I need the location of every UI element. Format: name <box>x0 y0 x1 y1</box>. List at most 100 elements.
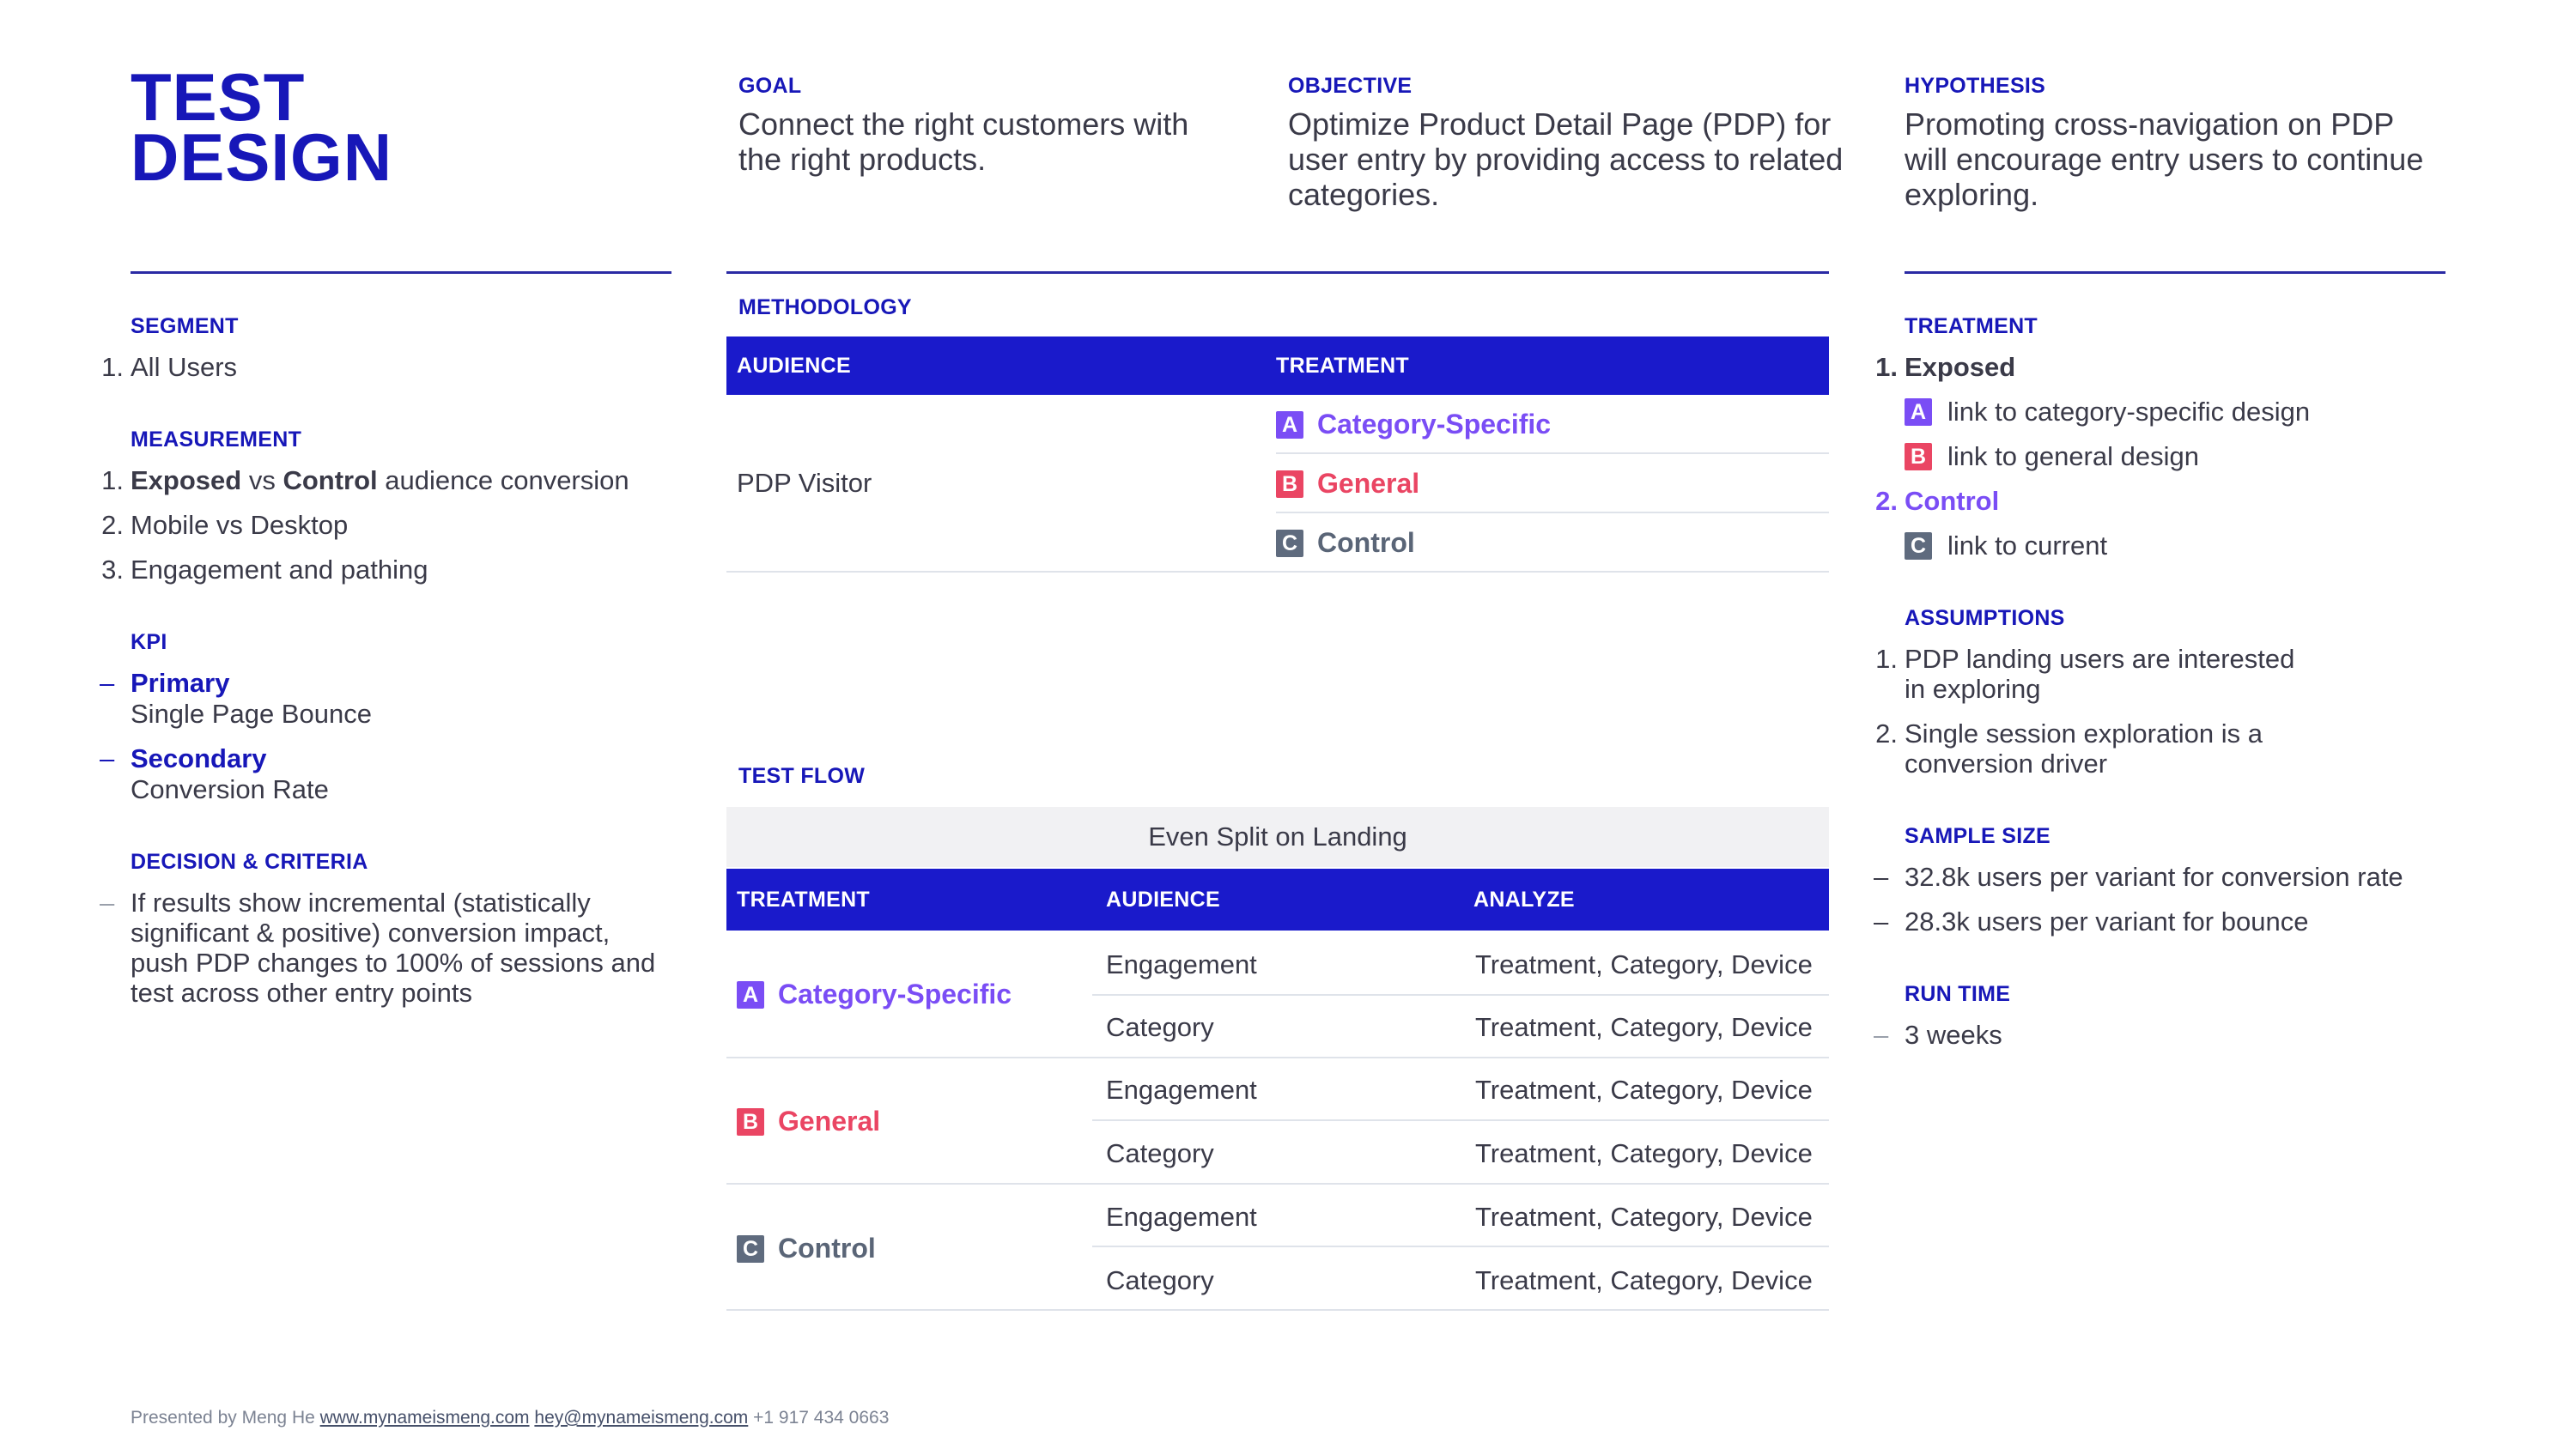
audience-header: AUDIENCE <box>1106 888 1220 912</box>
list-number: 1. <box>101 352 124 382</box>
dash: – <box>1874 906 1889 937</box>
treatment-sub-item: B link to general design <box>1905 441 2199 472</box>
title-line-2: DESIGN <box>131 119 393 195</box>
methodology-treatment-a: A Category-Specific <box>1276 409 1551 440</box>
dash: – <box>100 888 115 918</box>
flow-audience: Category <box>1106 1012 1214 1042</box>
dash: – <box>100 743 115 773</box>
treatment-header: TREATMENT <box>737 888 870 912</box>
treatment-sub-text: link to category-specific design <box>1947 397 2311 427</box>
measurement-label: MEASUREMENT <box>131 427 302 452</box>
flow-audience: Category <box>1106 1138 1214 1168</box>
treatment-name: Control <box>778 1233 876 1264</box>
treatment-sub-item: A link to category-specific design <box>1905 397 2310 427</box>
treatment-header: TREATMENT <box>1276 354 1409 378</box>
list-number: 3. <box>101 555 124 585</box>
hypothesis-text: Promoting cross-navigation on PDP will e… <box>1905 106 2424 212</box>
divider-center <box>726 271 1829 274</box>
flow-analyze: Treatment, Category, Device <box>1475 1202 1813 1232</box>
b-badge-icon: B <box>1276 470 1303 498</box>
footer: Presented by Meng He www.mynameismeng.co… <box>131 1408 889 1428</box>
run-time-label: RUN TIME <box>1905 982 2011 1006</box>
a-badge-icon: A <box>737 980 764 1009</box>
test-flow-header: TREATMENT AUDIENCE ANALYZE <box>726 869 1829 931</box>
segment-text: All Users <box>131 352 238 382</box>
flow-audience: Engagement <box>1106 1202 1257 1232</box>
treatment-sub-item: C link to current <box>1905 530 2107 561</box>
flow-analyze: Treatment, Category, Device <box>1475 1075 1813 1105</box>
measurement-text: Engagement and pathing <box>131 555 428 585</box>
dash: – <box>1874 862 1889 892</box>
methodology-audience: PDP Visitor <box>737 468 872 498</box>
flow-audience: Category <box>1106 1265 1214 1295</box>
decision-line: If results show incremental (statistical… <box>131 888 591 918</box>
kpi-name: Secondary <box>131 743 267 773</box>
row-divider <box>1276 512 1829 513</box>
kpi-desc: Conversion Rate <box>131 774 329 804</box>
test-flow-label: TEST FLOW <box>738 764 866 788</box>
treatment-name: Category-Specific <box>1317 409 1552 440</box>
vs-text: vs <box>241 465 283 495</box>
dash: – <box>100 668 115 698</box>
decision-line: test across other entry points <box>131 978 473 1008</box>
dash: – <box>1874 1020 1889 1050</box>
flow-treatment-a: A Category-Specific <box>737 979 1012 1010</box>
a-badge-icon: A <box>1276 410 1303 439</box>
sample-size-text: 28.3k users per variant for bounce <box>1905 906 2309 937</box>
audience-header: AUDIENCE <box>737 354 851 378</box>
row-divider <box>1276 452 1829 454</box>
assumption-line: Single session exploration is a <box>1905 718 2263 749</box>
control-term: Control <box>283 465 378 495</box>
list-number: 1. <box>1875 352 1898 382</box>
sample-size-label: SAMPLE SIZE <box>1905 824 2050 848</box>
control-name: Control <box>1905 486 2000 516</box>
methodology-header: AUDIENCE TREATMENT <box>726 336 1829 395</box>
treatment-name: Control <box>1317 527 1415 558</box>
goal-label: GOAL <box>738 74 802 98</box>
sample-size-text: 32.8k users per variant for conversion r… <box>1905 862 2403 892</box>
treatment-sub-text: link to general design <box>1947 441 2199 471</box>
group-divider <box>726 1057 1829 1058</box>
assumption-line: in exploring <box>1905 674 2041 704</box>
kpi-name: Primary <box>131 668 230 698</box>
presenter: Presented by Meng He <box>131 1408 315 1428</box>
treatment-name: Category-Specific <box>778 979 1012 1009</box>
even-split-banner: Even Split on Landing <box>726 807 1829 867</box>
decision-label: DECISION & CRITERIA <box>131 850 368 874</box>
c-badge-icon: C <box>1905 532 1932 560</box>
list-number: 1. <box>101 465 124 495</box>
objective-text: Optimize Product Detail Page (PDP) for u… <box>1288 106 1844 212</box>
objective-label: OBJECTIVE <box>1288 74 1413 98</box>
treatment-name: General <box>1317 468 1420 499</box>
group-divider <box>726 1183 1829 1185</box>
decision-line: significant & positive) conversion impac… <box>131 918 611 948</box>
divider-right <box>1905 271 2445 274</box>
assumptions-label: ASSUMPTIONS <box>1905 606 2065 630</box>
goal-text: Connect the right customers with the rig… <box>738 106 1189 177</box>
email-link[interactable]: hey@mynameismeng.com <box>534 1408 748 1428</box>
methodology-treatment-c: C Control <box>1276 527 1415 559</box>
page-title: TEST DESIGN <box>131 64 393 195</box>
treatment-name: General <box>778 1106 881 1137</box>
assumption-line: PDP landing users are interested <box>1905 644 2295 674</box>
hypothesis-label: HYPOTHESIS <box>1905 74 2046 98</box>
divider-left <box>131 271 671 274</box>
c-badge-icon: C <box>737 1234 764 1263</box>
analyze-header: ANALYZE <box>1473 888 1575 912</box>
kpi-label: KPI <box>131 630 167 654</box>
a-badge-icon: A <box>1905 398 1932 426</box>
website-link[interactable]: www.mynameismeng.com <box>320 1408 530 1428</box>
measurement-text: Mobile vs Desktop <box>131 510 349 540</box>
phone: +1 917 434 0663 <box>753 1408 890 1428</box>
audience-conversion-text: audience conversion <box>377 465 629 495</box>
flow-analyze: Treatment, Category, Device <box>1475 949 1813 979</box>
methodology-label: METHODOLOGY <box>738 295 912 319</box>
run-time-text: 3 weeks <box>1905 1020 2002 1050</box>
segment-label: SEGMENT <box>131 314 239 338</box>
assumption-line: conversion driver <box>1905 749 2108 779</box>
exposed-term: Exposed <box>131 465 242 495</box>
table-bottom-divider <box>726 1309 1829 1311</box>
flow-audience: Engagement <box>1106 1075 1257 1105</box>
row-divider <box>1092 1119 1829 1121</box>
flow-treatment-c: C Control <box>737 1233 876 1264</box>
